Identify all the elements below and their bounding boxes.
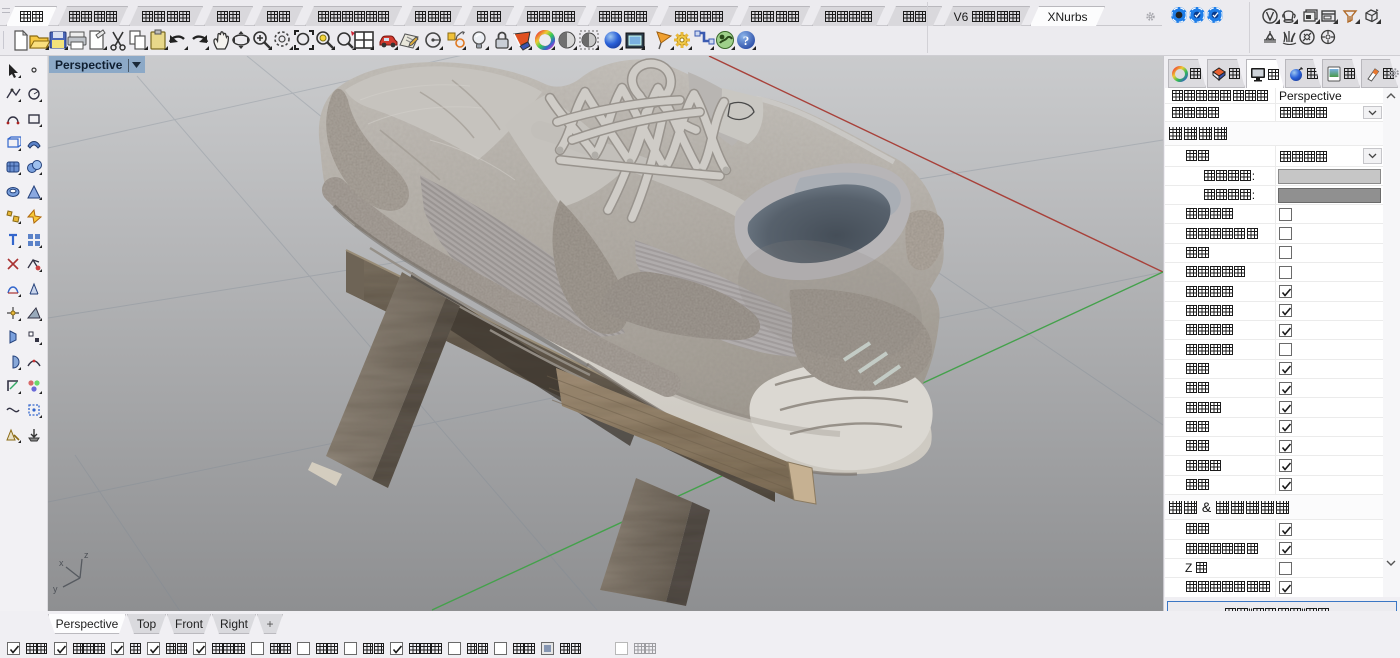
svg-text:?: ? bbox=[743, 33, 750, 48]
svg-text:x: x bbox=[59, 558, 64, 568]
svg-text:z: z bbox=[84, 550, 89, 560]
svg-text:y: y bbox=[53, 584, 58, 594]
